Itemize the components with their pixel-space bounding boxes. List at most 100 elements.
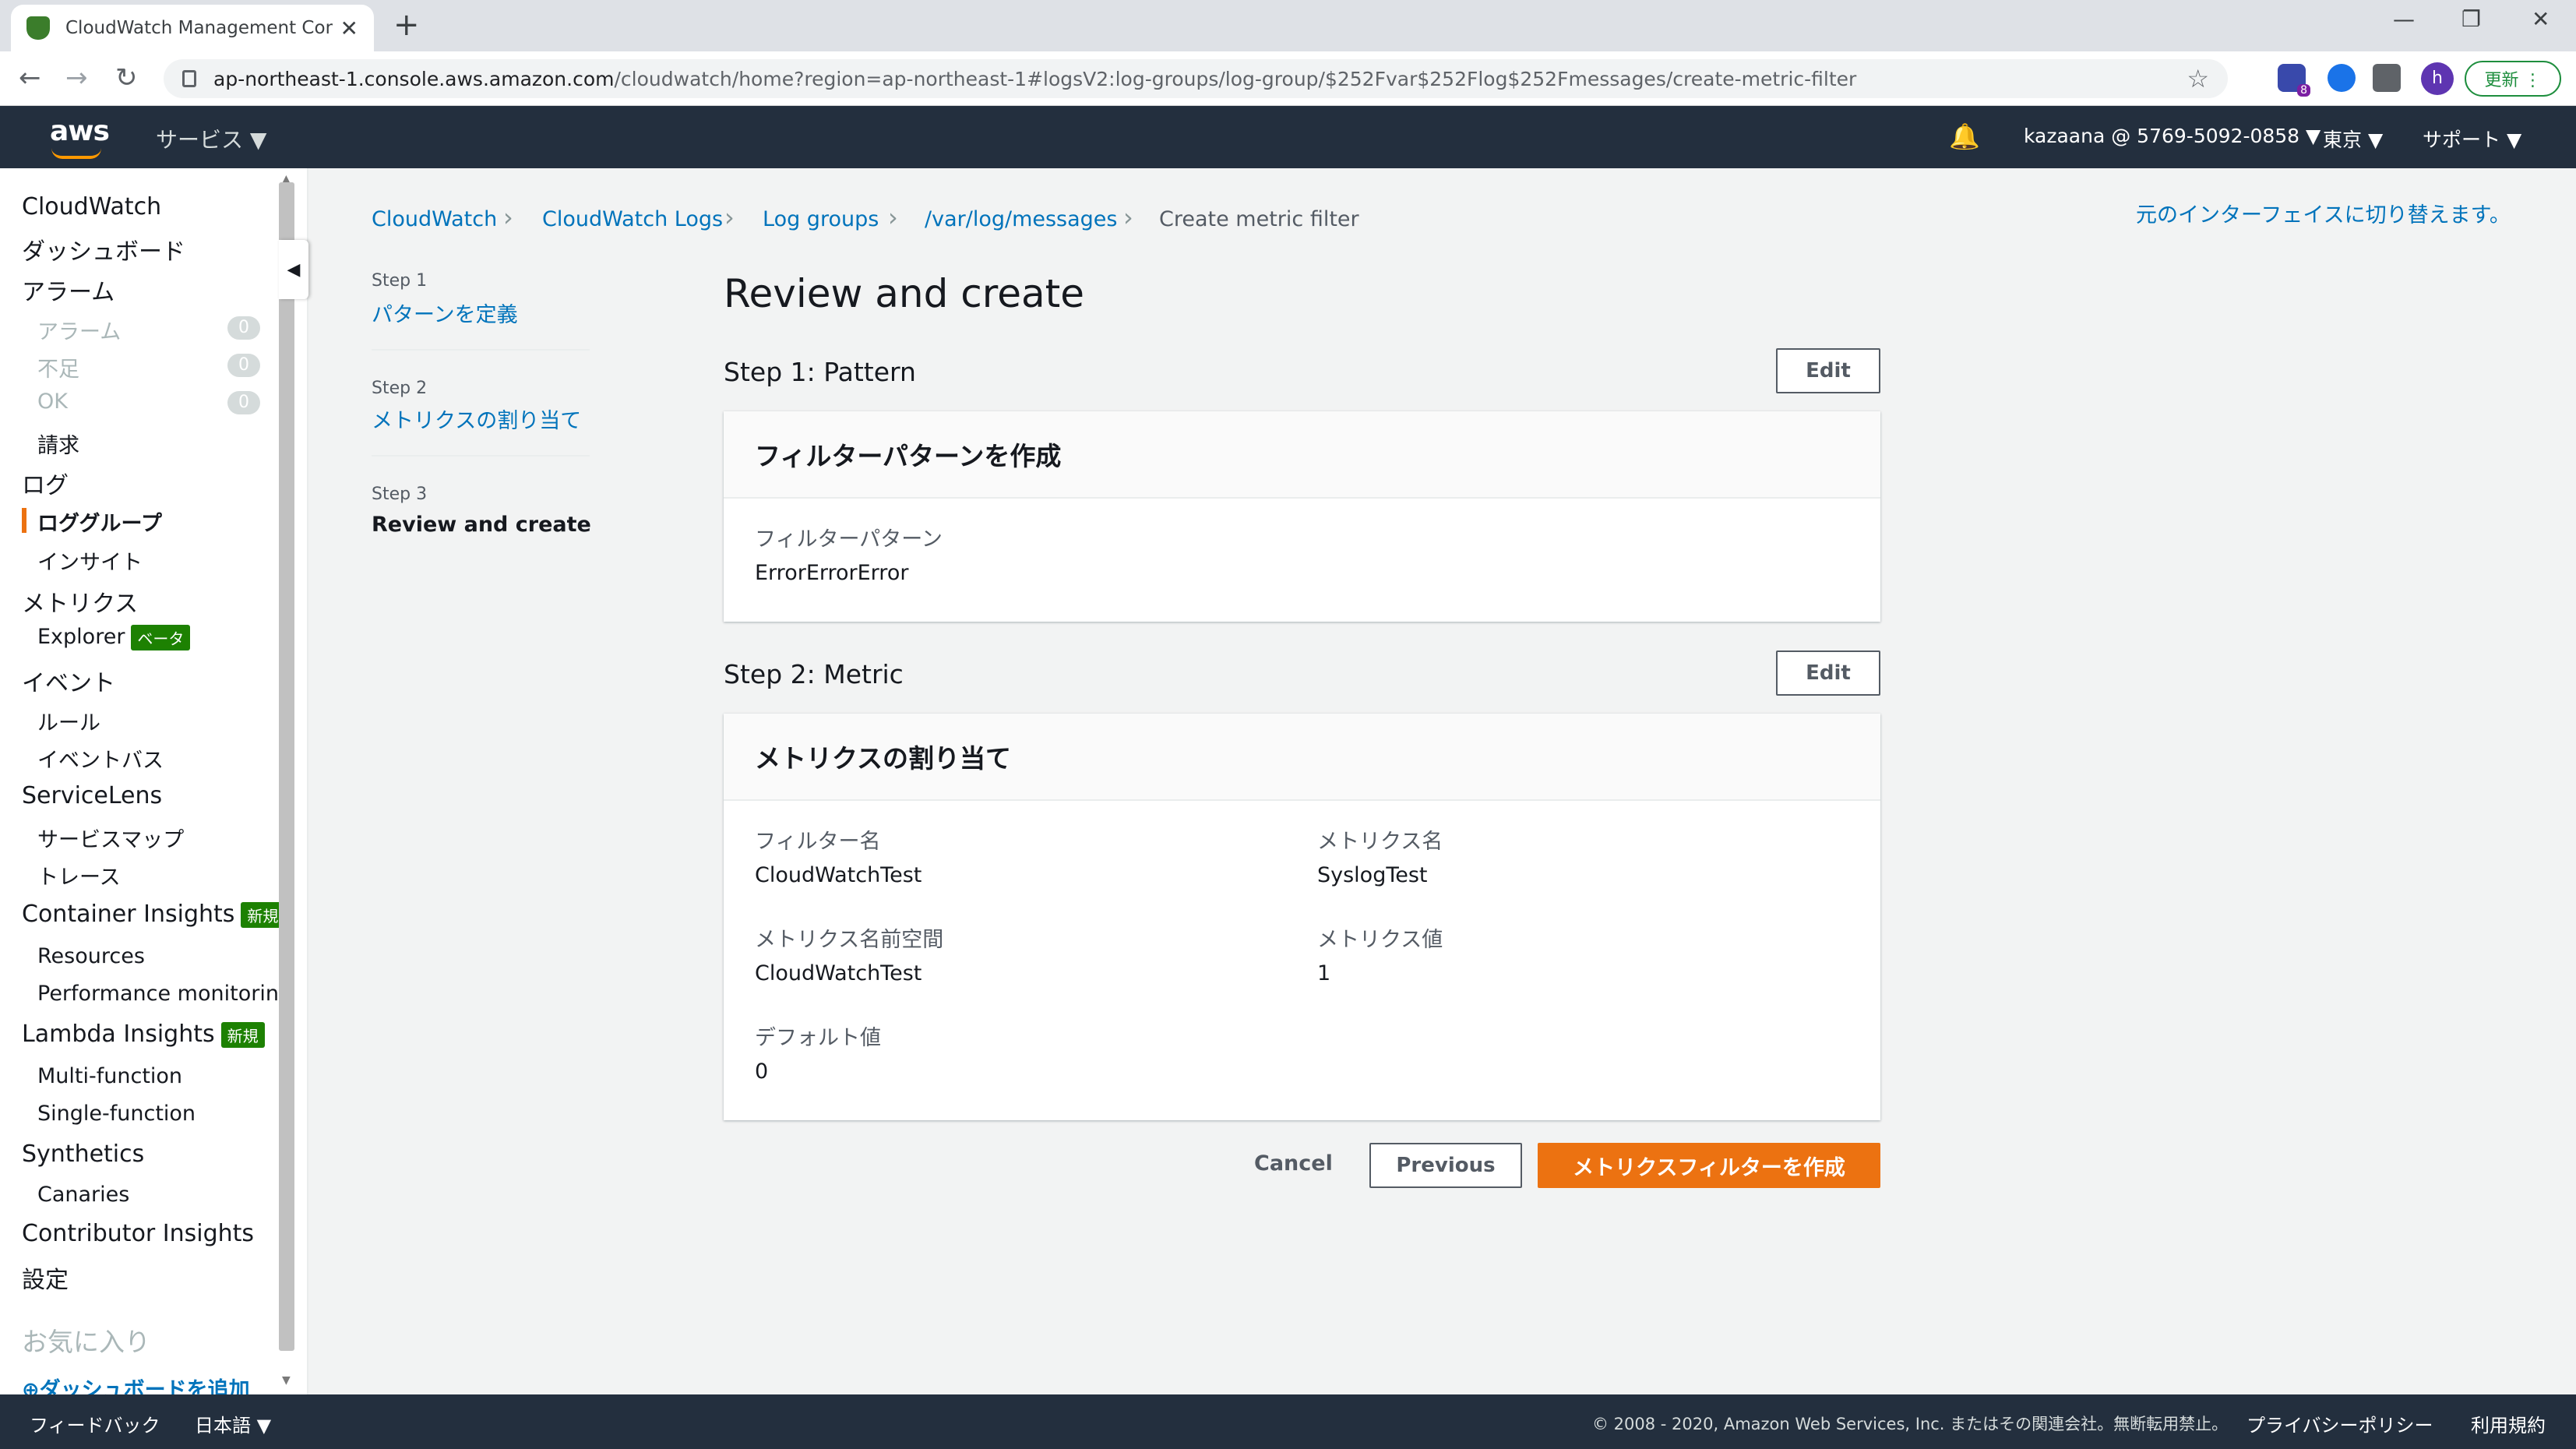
browser-toolbar: ← → ↻ ap-northeast-1.console.aws.amazon.… bbox=[0, 51, 2576, 106]
nav-events[interactable]: イベント bbox=[22, 664, 115, 698]
extension-icon-2[interactable] bbox=[2328, 64, 2356, 92]
sidebar-scrollbar[interactable] bbox=[279, 182, 294, 1351]
nav-resources[interactable]: Resources bbox=[37, 944, 145, 968]
nav-service-map[interactable]: サービスマップ bbox=[37, 823, 184, 853]
edit-pattern-button[interactable]: Edit bbox=[1776, 348, 1880, 393]
breadcrumb-cloudwatch[interactable]: CloudWatch bbox=[372, 207, 497, 231]
alarm-count-badge: 0 bbox=[227, 316, 260, 340]
metric-panel: メトリクスの割り当て フィルター名 CloudWatchTest メトリクス名 … bbox=[724, 714, 1880, 1120]
profile-avatar[interactable]: h bbox=[2421, 62, 2454, 95]
nav-performance-monitoring[interactable]: Performance monitoring bbox=[37, 982, 292, 1006]
breadcrumb-separator-icon: › bbox=[888, 203, 898, 232]
copyright-text: © 2008 - 2020, Amazon Web Services, Inc.… bbox=[1592, 1415, 2229, 1433]
nav-single-function[interactable]: Single-function bbox=[37, 1102, 196, 1126]
metric-name-key: メトリクス名 bbox=[1317, 830, 1443, 854]
collapse-sidebar-button[interactable]: ◀ bbox=[279, 240, 308, 299]
aws-smile-icon bbox=[51, 148, 101, 159]
browser-tab[interactable]: CloudWatch Management Conso ✕ bbox=[11, 5, 374, 51]
lock-icon bbox=[182, 70, 196, 87]
step1-section-title: Step 1: Pattern bbox=[724, 357, 916, 387]
terms-link[interactable]: 利用規約 bbox=[2471, 1410, 2546, 1437]
privacy-policy-link[interactable]: プライバシーポリシー bbox=[2247, 1410, 2433, 1437]
beta-badge: ベータ bbox=[131, 625, 191, 650]
nav-container-insights[interactable]: Container Insights 新規 bbox=[22, 901, 285, 928]
browser-tab-bar: CloudWatch Management Conso ✕ + — ❐ ✕ bbox=[0, 0, 2576, 51]
pattern-panel: フィルターパターンを作成 フィルターパターン ErrorErrorError bbox=[724, 411, 1880, 622]
notification-bell-icon[interactable]: 🔔 bbox=[1949, 122, 1980, 151]
nav-lambda-insights[interactable]: Lambda Insights 新規 bbox=[22, 1021, 265, 1048]
nav-rules[interactable]: ルール bbox=[37, 706, 100, 736]
nav-multi-function[interactable]: Multi-function bbox=[37, 1064, 182, 1088]
account-menu[interactable]: kazaana @ 5769-5092-0858 ▼ bbox=[2024, 125, 2321, 147]
back-arrow-icon[interactable]: ← bbox=[19, 62, 41, 93]
console-footer: フィードバック 日本語 ▼ © 2008 - 2020, Amazon Web … bbox=[0, 1394, 2576, 1449]
step-1-label: Step 1 bbox=[372, 271, 428, 291]
nav-settings[interactable]: 設定 bbox=[22, 1260, 69, 1295]
restore-icon[interactable]: ❐ bbox=[2461, 6, 2481, 32]
aws-logo[interactable]: aws bbox=[50, 115, 110, 147]
nav-event-bus[interactable]: イベントバス bbox=[37, 743, 164, 774]
step-2-link[interactable]: メトリクスの割り当て bbox=[372, 404, 581, 434]
switch-interface-link[interactable]: 元のインターフェイスに切り替えます。 bbox=[2136, 198, 2511, 228]
scroll-down-arrow-icon[interactable]: ▼ bbox=[282, 1374, 291, 1387]
bookmark-star-icon[interactable]: ☆ bbox=[2187, 64, 2209, 93]
nav-contributor-insights[interactable]: Contributor Insights bbox=[22, 1220, 254, 1247]
previous-button[interactable]: Previous bbox=[1369, 1143, 1522, 1188]
create-metric-filter-button[interactable]: メトリクスフィルターを作成 bbox=[1538, 1143, 1880, 1188]
step-divider bbox=[372, 455, 590, 457]
nav-servicelens[interactable]: ServiceLens bbox=[22, 782, 162, 809]
page-title: Review and create bbox=[724, 271, 1084, 316]
extension-badge: 8 bbox=[2297, 84, 2310, 97]
cancel-button[interactable]: Cancel bbox=[1254, 1151, 1333, 1176]
edit-metric-button[interactable]: Edit bbox=[1776, 650, 1880, 696]
filter-name-value: CloudWatchTest bbox=[755, 863, 922, 887]
nav-alarm-in-alarm[interactable]: アラーム bbox=[37, 315, 121, 345]
nav-metrics[interactable]: メトリクス bbox=[22, 584, 138, 619]
nav-insights[interactable]: インサイト bbox=[37, 545, 143, 576]
breadcrumb-log-group[interactable]: /var/log/messages bbox=[925, 207, 1117, 231]
tab-close-icon[interactable]: ✕ bbox=[340, 16, 358, 41]
nav-cloudwatch[interactable]: CloudWatch bbox=[22, 193, 161, 220]
support-menu[interactable]: サポート ▼ bbox=[2423, 125, 2521, 153]
feedback-link[interactable]: フィードバック bbox=[30, 1410, 160, 1437]
nav-synthetics[interactable]: Synthetics bbox=[22, 1141, 144, 1168]
nav-explorer[interactable]: Explorer ベータ bbox=[37, 625, 191, 650]
services-menu[interactable]: サービス ▼ bbox=[156, 123, 266, 154]
url-path: /cloudwatch/home?region=ap-northeast-1#l… bbox=[614, 67, 1857, 90]
breadcrumb-log-groups[interactable]: Log groups bbox=[763, 207, 879, 231]
step-1-link[interactable]: パターンを定義 bbox=[372, 298, 518, 328]
nav-explorer-label: Explorer bbox=[37, 625, 125, 649]
ok-count-badge: 0 bbox=[227, 391, 260, 414]
nav-traces[interactable]: トレース bbox=[37, 860, 121, 890]
step-3-label: Step 3 bbox=[372, 485, 428, 504]
nav-canaries[interactable]: Canaries bbox=[37, 1183, 129, 1207]
add-dashboard-link[interactable]: ⊕ダッシュボードを追加 bbox=[22, 1373, 250, 1394]
filter-pattern-key: フィルターパターン bbox=[755, 527, 943, 552]
region-menu[interactable]: 東京 ▼ bbox=[2323, 125, 2383, 153]
url-bar[interactable]: ap-northeast-1.console.aws.amazon.com/cl… bbox=[164, 59, 2228, 98]
extensions-puzzle-icon[interactable] bbox=[2373, 64, 2401, 92]
language-selector[interactable]: 日本語 ▼ bbox=[195, 1410, 271, 1437]
default-value-value: 0 bbox=[755, 1059, 769, 1084]
nav-dashboard[interactable]: ダッシュボード bbox=[22, 232, 185, 266]
nav-alarm-ok[interactable]: OK bbox=[37, 390, 68, 414]
nav-logs[interactable]: ログ bbox=[22, 466, 69, 500]
breadcrumb-cloudwatch-logs[interactable]: CloudWatch Logs bbox=[542, 207, 723, 231]
pattern-panel-header: フィルターパターンを作成 bbox=[724, 411, 1880, 499]
nav-log-groups[interactable]: ロググループ bbox=[37, 506, 162, 537]
tab-title: CloudWatch Management Conso bbox=[65, 18, 333, 38]
default-value-key: デフォルト値 bbox=[755, 1026, 881, 1050]
nav-billing[interactable]: 請求 bbox=[37, 428, 79, 459]
nav-alarms[interactable]: アラーム bbox=[22, 273, 115, 307]
reload-icon[interactable]: ↻ bbox=[115, 62, 138, 93]
new-tab-button[interactable]: + bbox=[393, 8, 420, 42]
forward-arrow-icon[interactable]: → bbox=[65, 62, 88, 93]
step-2-label: Step 2 bbox=[372, 379, 428, 398]
step-divider bbox=[372, 349, 590, 351]
update-button[interactable]: 更新 ⋮ bbox=[2465, 61, 2561, 97]
close-window-icon[interactable]: ✕ bbox=[2532, 6, 2550, 32]
minimize-icon[interactable]: — bbox=[2393, 6, 2415, 32]
extension-icon[interactable]: 8 bbox=[2278, 64, 2310, 97]
insufficient-count-badge: 0 bbox=[227, 354, 260, 377]
nav-alarm-insufficient[interactable]: 不足 bbox=[37, 352, 79, 383]
